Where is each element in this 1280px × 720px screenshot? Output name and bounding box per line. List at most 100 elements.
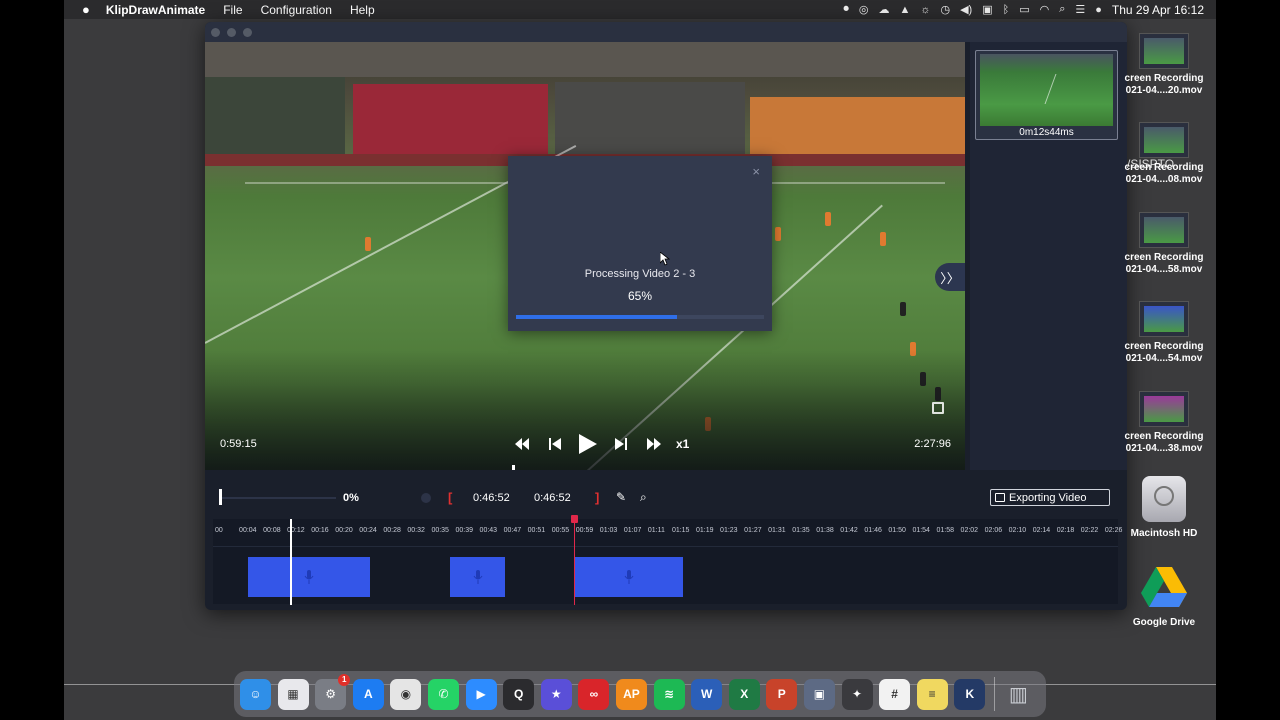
desktop-file[interactable]: creen Recording 021-04....58.mov — [1119, 212, 1209, 276]
playhead[interactable] — [290, 519, 292, 605]
trash-icon[interactable]: ▥ — [1003, 679, 1034, 710]
menu-configuration[interactable]: Configuration — [261, 3, 332, 17]
klipdraw-icon[interactable]: K — [954, 678, 986, 710]
photo-booth-icon[interactable]: ▣ — [803, 678, 835, 710]
mark-in-icon[interactable]: [ — [448, 490, 452, 505]
timeline[interactable]: 00 00:04 00:08 00:12 00:16 00:20 00:24 00:28 00:… — [213, 515, 1122, 605]
chrome-icon[interactable]: ◉ — [390, 678, 422, 710]
play-button[interactable] — [571, 432, 604, 456]
timeline-tick-label: 01:50 — [888, 527, 906, 534]
player — [900, 302, 906, 316]
microphone-icon — [473, 570, 482, 584]
file-thumbnail — [1139, 122, 1189, 158]
lamp-icon[interactable]: ☼ — [920, 4, 930, 16]
menu-file[interactable]: File — [223, 3, 242, 17]
timeline-tick-label: 00:20 — [335, 527, 353, 534]
timeline-tick-label: 00 — [215, 527, 223, 534]
fast-forward-button[interactable] — [637, 432, 670, 456]
word-icon[interactable]: W — [691, 678, 723, 710]
app-store-icon[interactable]: A — [352, 678, 384, 710]
timeline-ruler[interactable]: 00 00:04 00:08 00:12 00:16 00:20 00:24 00:28 00:… — [213, 519, 1122, 547]
seek-handle[interactable] — [512, 465, 515, 470]
maximize-window-button[interactable] — [243, 28, 252, 37]
record-icon[interactable]: ⏺ — [843, 3, 849, 16]
step-forward-button[interactable] — [604, 432, 637, 456]
menu-help[interactable]: Help — [350, 3, 375, 17]
mark-out-icon[interactable]: ] — [595, 490, 599, 505]
slack-icon[interactable]: # — [879, 678, 911, 710]
zoom-slider[interactable] — [221, 497, 336, 499]
zoom-icon[interactable]: ▶ — [465, 678, 497, 710]
creative-cloud-icon[interactable]: ◎ — [859, 3, 869, 16]
zoom-slider-handle[interactable] — [219, 489, 222, 505]
export-video-button[interactable]: Exporting Video — [990, 489, 1110, 506]
quicktime-icon[interactable]: Q — [503, 678, 535, 710]
spotlight-icon[interactable]: ⌕ — [1059, 3, 1065, 16]
timeline-tick-label: 01:46 — [864, 527, 882, 534]
ap-joystick-icon[interactable]: AP — [615, 678, 647, 710]
time-machine-icon[interactable]: ◷ — [940, 3, 950, 16]
menu-app-name[interactable]: KlipDrawAnimate — [106, 3, 205, 17]
fullscreen-icon[interactable] — [932, 402, 944, 414]
timeline-tick-label: 00:24 — [359, 527, 377, 534]
file-name-line1: creen Recording — [1124, 341, 1204, 352]
finder-icon[interactable]: ☺ — [240, 678, 271, 710]
stickies-icon[interactable]: ≡ — [916, 678, 948, 710]
timeline-tick-label: 02:02 — [960, 527, 979, 534]
whatsapp-icon[interactable]: ✆ — [427, 678, 459, 710]
desktop-file[interactable]: creen Recording 021-04....08.mov — [1119, 122, 1209, 186]
audio-clip[interactable] — [450, 557, 505, 597]
timeline-tick-label: 02:10 — [1008, 527, 1027, 534]
total-time: 2:27:96 — [914, 438, 951, 450]
desktop-file[interactable]: creen Recording 021-04....54.mov — [1119, 301, 1209, 365]
final-cut-icon[interactable]: ✦ — [841, 678, 873, 710]
battery-icon[interactable]: ▭ — [1019, 3, 1029, 16]
powerpoint-icon[interactable]: P — [766, 678, 798, 710]
timeline-tick-label: 01:54 — [912, 527, 930, 534]
collapse-panel-button[interactable]: 〉〉 — [935, 263, 965, 291]
creative-cloud-icon[interactable]: ∞ — [578, 678, 610, 710]
imovie-icon[interactable]: ★ — [540, 678, 572, 710]
bluetooth-icon[interactable]: ᛒ — [1003, 4, 1010, 16]
speed-selector[interactable]: x1 — [676, 437, 689, 451]
clips-panel: 0m12s44ms — [970, 42, 1127, 470]
wifi-icon[interactable]: ◠ — [1040, 3, 1050, 16]
audio-clip[interactable] — [575, 557, 683, 597]
record-toggle-icon[interactable] — [421, 493, 431, 503]
menu-clock[interactable]: Thu 29 Apr 16:12 — [1112, 3, 1204, 17]
desktop-file[interactable]: creen Recording 021-04....20.mov — [1119, 33, 1209, 97]
timeline-tick-label: 00:04 — [239, 527, 257, 534]
desktop-file[interactable]: creen Recording 021-04....38.mov — [1119, 391, 1209, 455]
rewind-button[interactable] — [505, 432, 538, 456]
file-name-line1: creen Recording — [1124, 431, 1204, 442]
marker-line[interactable] — [574, 517, 575, 605]
processing-dialog: × Processing Video 2 - 3 65% — [508, 156, 772, 331]
uk-flag-icon[interactable]: ▣ — [982, 3, 992, 16]
app-icon[interactable]: ▲ — [899, 4, 910, 16]
apple-menu-icon[interactable]: ● — [82, 2, 90, 17]
clip-thumbnail-card[interactable]: 0m12s44ms — [975, 50, 1118, 140]
step-back-button[interactable] — [538, 432, 571, 456]
excel-icon[interactable]: X — [728, 678, 760, 710]
draw-pen-icon[interactable]: ✎ — [616, 490, 626, 504]
control-center-icon[interactable]: ☰ — [1075, 3, 1085, 16]
audio-clip[interactable] — [248, 557, 370, 597]
macintosh-hd-drive[interactable]: Macintosh HD — [1119, 476, 1209, 540]
zoom-search-icon[interactable]: ⌕ — [640, 490, 647, 505]
timeline-tick-label: 00:16 — [311, 527, 329, 534]
launchpad-icon[interactable]: ▦ — [277, 678, 309, 710]
zoom-percent: 0% — [343, 492, 359, 504]
volume-icon[interactable]: ◀) — [960, 3, 972, 16]
close-window-button[interactable] — [211, 28, 220, 37]
close-icon[interactable]: × — [752, 164, 760, 179]
siri-icon[interactable]: ● — [1095, 4, 1102, 16]
spotify-icon[interactable]: ≋ — [653, 678, 685, 710]
title-bar — [205, 22, 1127, 42]
cloud-upload-icon[interactable]: ☁ — [878, 3, 889, 16]
microphone-icon — [304, 570, 314, 584]
app-window: 〉〉 0:59:15 2:27:96 x1 × Processing Video… — [205, 22, 1127, 610]
google-drive[interactable]: Google Drive — [1119, 567, 1209, 629]
system-preferences-icon[interactable]: ⚙ 1 — [315, 673, 351, 710]
stadium-roof — [205, 42, 965, 77]
minimize-window-button[interactable] — [227, 28, 236, 37]
